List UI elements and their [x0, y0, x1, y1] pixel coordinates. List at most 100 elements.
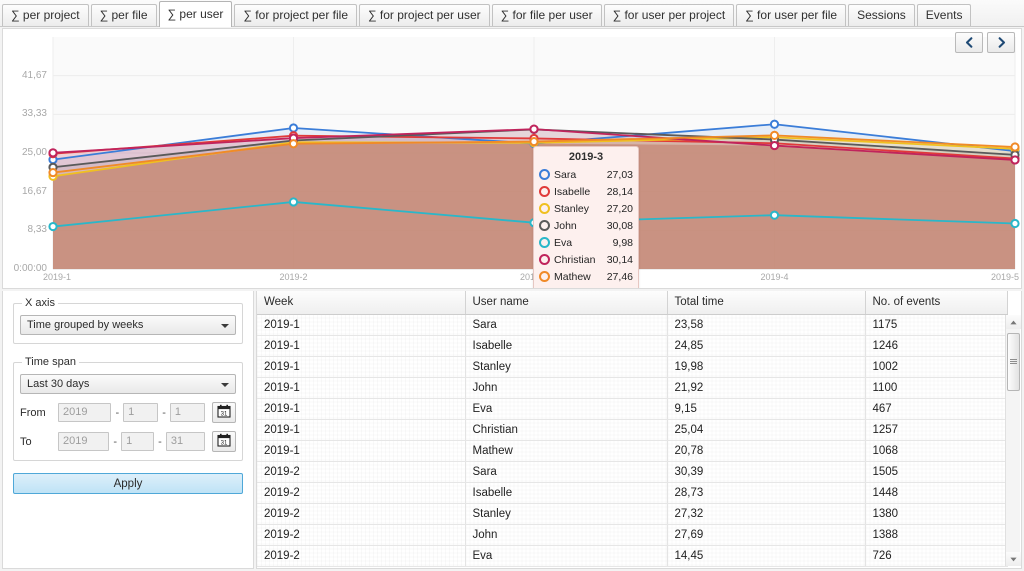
tab-1[interactable]: ∑ per file	[90, 4, 157, 26]
table-cell: 2019-2	[257, 461, 466, 483]
table-cell: 1175	[865, 314, 1008, 336]
table-column-header[interactable]: Total time	[667, 291, 866, 315]
table-cell: Eva	[465, 545, 668, 567]
date-from-month[interactable]: 1	[123, 403, 159, 422]
tab-7[interactable]: ∑ for user per file	[736, 4, 847, 26]
table-row[interactable]: 2019-2 Eva 14,45 726	[257, 545, 1008, 567]
date-from-label: From	[20, 406, 46, 419]
table-row[interactable]: 2019-1 Eva 9,15 467	[257, 398, 1008, 420]
date-to-month[interactable]: 1	[121, 432, 155, 451]
table-cell: 14,45	[667, 545, 866, 567]
data-point-sara	[288, 123, 299, 133]
date-from-sep-2: -	[162, 406, 166, 419]
chart-next-button[interactable]	[987, 32, 1015, 53]
table-cell: Sara	[465, 461, 668, 483]
svg-text:31: 31	[221, 412, 228, 418]
scroll-down-button[interactable]	[1006, 552, 1021, 566]
scrollbar-thumb[interactable]	[1007, 333, 1020, 391]
chart-tooltip: 2019-3 Sara 27,03 Isabelle 28,14 Stanley 27,2…	[533, 146, 639, 288]
table-cell: 23,58	[667, 314, 866, 336]
calendar-icon: 31	[217, 404, 231, 421]
date-to-calendar-button[interactable]: 31	[212, 431, 237, 452]
table-cell: Eva	[465, 398, 668, 420]
tooltip-row: Mathew 27,46	[539, 268, 633, 285]
table-row[interactable]: 2019-2 John 27,69 1388	[257, 524, 1008, 546]
table-column-header[interactable]: User name	[465, 291, 668, 315]
tab-6[interactable]: ∑ for user per project	[603, 4, 735, 26]
analytics-window: ∑ per project ∑ per file ∑ per user ∑ for p…	[0, 0, 1024, 571]
table-row[interactable]: 2019-1 Isabelle 24,85 1246	[257, 335, 1008, 357]
table-body: 2019-1 Sara 23,58 1175 2019-1 Isabelle 24,85 12…	[257, 314, 1008, 567]
table-cell: Stanley	[465, 503, 668, 525]
svg-text:31: 31	[221, 441, 228, 447]
tooltip-row: Isabelle 28,14	[539, 183, 633, 200]
table-row[interactable]: 2019-1 Stanley 19,98 1002	[257, 356, 1008, 378]
chart-area: Total time 41,6733,3325,0016,678,330:00:…	[3, 29, 1021, 288]
table-cell: 1257	[865, 419, 1008, 441]
chevron-down-icon	[221, 383, 229, 387]
chevron-down-icon	[221, 324, 229, 328]
scroll-up-button[interactable]	[1006, 315, 1021, 329]
table-cell: 2019-1	[257, 335, 466, 357]
table-cell: 21,92	[667, 377, 866, 399]
table-cell: 1100	[865, 377, 1008, 399]
calendar-icon: 31	[217, 433, 231, 450]
date-from-day[interactable]: 1	[169, 403, 205, 422]
table-row[interactable]: 2019-2 Isabelle 28,73 1448	[257, 482, 1008, 504]
tooltip-series-name: Mathew	[554, 270, 591, 283]
table-cell: 2019-1	[257, 314, 466, 336]
table-cell: 27,69	[667, 524, 866, 546]
tab-8[interactable]: Sessions	[848, 4, 915, 26]
time-span-select[interactable]: Last 30 days	[20, 374, 236, 394]
series-color-dot	[539, 254, 550, 265]
table-cell: 2019-2	[257, 545, 466, 567]
date-to-year[interactable]: 2019	[58, 432, 110, 451]
table-row[interactable]: 2019-1 Mathew 20,78 1068	[257, 440, 1008, 462]
x-axis-group: X axis Time grouped by weeks	[13, 297, 243, 344]
table-column-header[interactable]: No. of events	[865, 291, 1008, 315]
table-row[interactable]: 2019-1 John 21,92 1100	[257, 377, 1008, 399]
time-span-group-label: Time span	[25, 356, 76, 368]
tab-9[interactable]: Events	[916, 4, 972, 26]
tab-5[interactable]: ∑ for file per user	[491, 4, 602, 26]
chart-panel: Total time 41,6733,3325,0016,678,330:00:…	[2, 28, 1022, 289]
table-column-header[interactable]: Week	[257, 291, 466, 315]
table-row[interactable]: 2019-1 Christian 25,04 1257	[257, 419, 1008, 441]
x-tick-label: 2019-1	[42, 272, 72, 282]
scrollbar-grip	[1010, 359, 1017, 364]
date-to-sep-1: -	[113, 435, 118, 448]
table-scrollbar[interactable]	[1005, 315, 1021, 566]
date-to-day[interactable]: 31	[165, 432, 206, 451]
date-from-year[interactable]: 2019	[58, 403, 112, 422]
table-cell: Isabelle	[465, 482, 668, 504]
series-color-dot	[539, 237, 550, 248]
tooltip-row: Eva 9,98	[539, 234, 633, 251]
series-color-dot	[539, 169, 550, 180]
table-cell: 25,04	[667, 419, 866, 441]
x-axis-select[interactable]: Time grouped by weeks	[20, 315, 236, 335]
table-cell: 1246	[865, 335, 1008, 357]
chart-plot	[48, 37, 1020, 270]
tooltip-row: Sara 27,03	[539, 166, 633, 183]
data-point-sara	[769, 119, 780, 129]
tab-2[interactable]: ∑ per user	[158, 1, 233, 27]
table-cell: 2019-1	[257, 356, 466, 378]
date-from-sep-1: -	[115, 406, 120, 419]
tab-0[interactable]: ∑ per project	[2, 4, 89, 26]
table-cell: 2019-2	[257, 524, 466, 546]
tab-4[interactable]: ∑ for project per user	[359, 4, 490, 26]
table-row[interactable]: 2019-1 Sara 23,58 1175	[257, 314, 1008, 336]
table-cell: 28,73	[667, 482, 866, 504]
chevron-left-icon	[963, 36, 976, 49]
apply-button[interactable]: Apply	[13, 473, 243, 494]
table-row[interactable]: 2019-2 Stanley 27,32 1380	[257, 503, 1008, 525]
table-cell: Sara	[465, 314, 668, 336]
table-cell: 9,15	[667, 398, 866, 420]
tooltip-series-name: Stanley	[554, 202, 590, 215]
data-point-christian	[769, 140, 780, 151]
date-from-calendar-button[interactable]: 31	[211, 402, 236, 423]
tab-3[interactable]: ∑ for project per file	[234, 4, 358, 26]
table-header: Week User name Total time No. of events	[257, 291, 1008, 315]
chart-prev-button[interactable]	[955, 32, 983, 53]
table-row[interactable]: 2019-2 Sara 30,39 1505	[257, 461, 1008, 483]
